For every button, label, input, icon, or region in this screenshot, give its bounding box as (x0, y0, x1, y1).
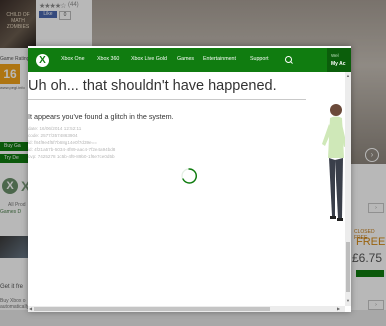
person-illustration (322, 104, 347, 221)
nav-item-xbox-live-gold[interactable]: Xbox Live Gold (131, 56, 167, 62)
nav-item-xbox-360[interactable]: Xbox 360 (97, 56, 119, 62)
scroll-left-icon[interactable]: ◀ (29, 306, 32, 311)
loading-spinner-icon (181, 168, 197, 184)
scroll-right-icon[interactable]: ▶ (337, 306, 340, 311)
my-account-link[interactable]: My Ac (331, 61, 346, 67)
error-dialog: X Xbox One Xbox 360 Xbox Live Gold Games… (28, 46, 351, 312)
xbox-nav-bar: X Xbox One Xbox 360 Xbox Live Gold Games… (28, 48, 351, 72)
account-welcome: Wel (331, 53, 339, 58)
nav-item-entertainment[interactable]: Entertainment (203, 56, 236, 62)
error-title: Uh oh... that shouldn't have happened. (28, 78, 277, 94)
horizontal-scrollbar[interactable] (28, 306, 345, 312)
search-icon[interactable] (285, 56, 292, 63)
account-area[interactable] (327, 48, 351, 72)
scroll-down-icon[interactable]: ▼ (346, 298, 350, 303)
title-divider (28, 99, 306, 100)
diagnostic-line: date: 16/06/2014 12:52:11 (28, 126, 82, 131)
nav-item-games[interactable]: Games (177, 56, 194, 62)
diagnostic-line: id: f84f9e4f5f7b68g14e0f7d39e== (28, 140, 97, 145)
vertical-scrollbar[interactable] (345, 72, 351, 306)
diagnostic-line: code: 2577/3574863904 (28, 133, 78, 138)
nav-item-xbox-one[interactable]: Xbox One (61, 56, 85, 62)
diagnostic-line: cvp: 7425278 1c5b-4f9-89b0-1f6e7ce0d5b (28, 154, 115, 159)
xbox-logo-icon[interactable]: X (36, 54, 49, 67)
horizontal-scrollbar-thumb[interactable] (34, 307, 270, 311)
scroll-up-icon[interactable]: ▲ (346, 73, 350, 78)
error-description: It appears you've found a glitch in the … (28, 112, 174, 121)
vertical-scrollbar-thumb[interactable] (346, 242, 350, 292)
nav-item-support[interactable]: Support (250, 56, 269, 62)
diagnostic-line: id: 4f21a57b-5034-4f89-aac4-7f2e4a94bd8 (28, 147, 116, 152)
